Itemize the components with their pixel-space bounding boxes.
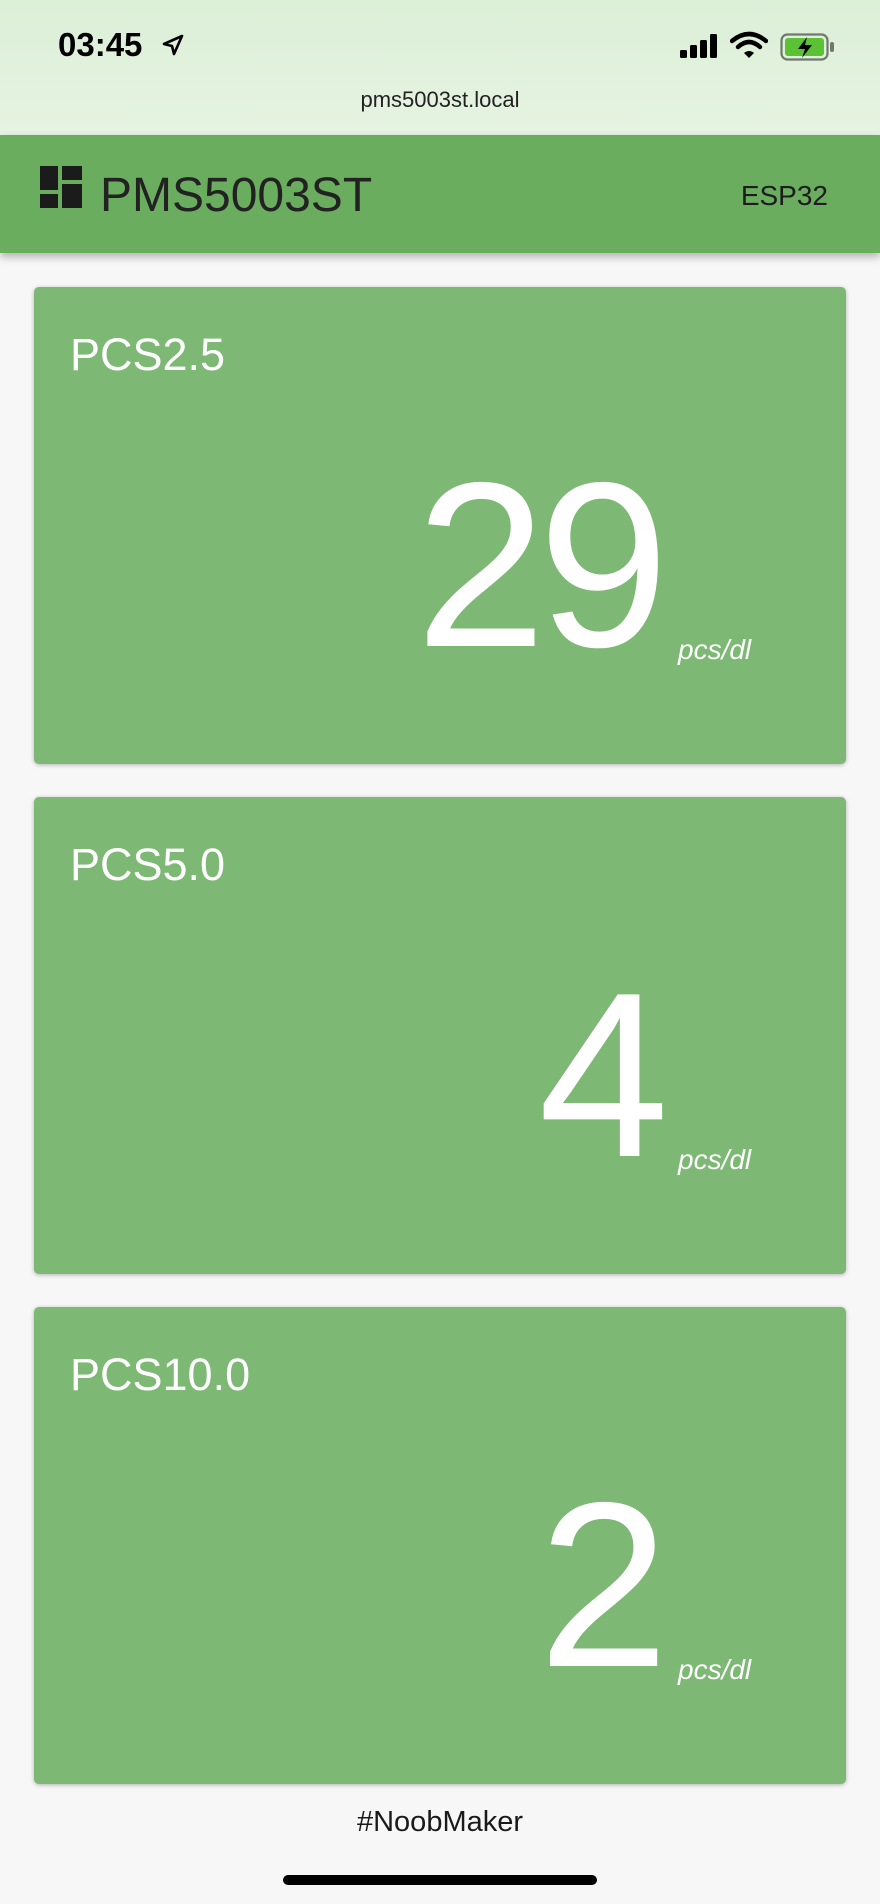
status-bar: 03:45 pms5003st.local [0,0,880,135]
home-indicator[interactable] [283,1875,597,1885]
sensor-card-pcs5-0: PCS5.0 4 pcs/dl [34,797,846,1274]
card-label: PCS2.5 [70,329,226,380]
card-value: 2 [538,1453,669,1716]
location-arrow-icon [162,34,184,61]
battery-charging-icon [780,33,836,66]
card-unit: pcs/dl [678,1654,752,1685]
card-label: PCS10.0 [70,1349,251,1400]
signal-icon [680,34,720,63]
sensor-card-pcs2-5: PCS2.5 29 pcs/dl [34,287,846,764]
wifi-icon [729,31,769,64]
card-value: 29 [415,433,669,696]
address-bar-url[interactable]: pms5003st.local [0,87,880,113]
status-time: 03:45 [58,26,143,63]
dashboard-icon [40,166,82,213]
device-label: ESP32 [740,180,828,211]
card-unit: pcs/dl [678,1144,752,1175]
card-unit: pcs/dl [678,634,752,665]
sensor-card-pcs10-0: PCS10.0 2 pcs/dl [34,1307,846,1784]
app-bar: PMS5003ST ESP32 [0,135,880,253]
card-value: 4 [538,943,669,1206]
footer-text: #NoobMaker [356,1806,524,1838]
card-label: PCS5.0 [70,839,226,890]
app-title: PMS5003ST [100,169,373,222]
